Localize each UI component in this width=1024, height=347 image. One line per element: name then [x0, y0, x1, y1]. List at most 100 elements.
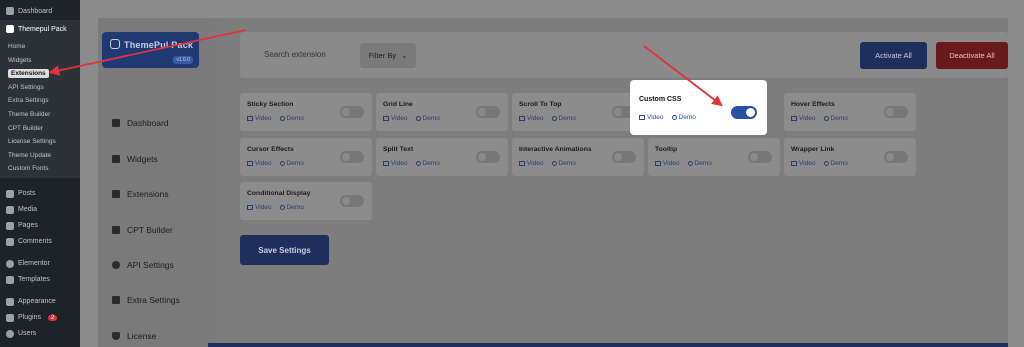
- demo-link[interactable]: Demo: [415, 160, 440, 167]
- wp-submenu-extensions[interactable]: Extensions: [0, 67, 80, 81]
- demo-link[interactable]: Demo: [279, 115, 304, 122]
- wp-submenu-cpt-builder[interactable]: CPT Builder: [0, 122, 80, 136]
- plugin-nav-widgets[interactable]: Widgets: [112, 154, 158, 164]
- extension-title: Split Text: [383, 146, 414, 153]
- wp-menu-label: Dashboard: [18, 7, 53, 15]
- wp-menu-elementor[interactable]: Elementor: [0, 256, 80, 272]
- video-link[interactable]: Video: [791, 115, 816, 122]
- video-icon: [639, 114, 645, 120]
- wp-menu-plugins[interactable]: Plugins 2: [0, 310, 80, 326]
- video-link[interactable]: Video: [247, 115, 272, 122]
- link-icon: [823, 160, 829, 166]
- extension-toggle[interactable]: [340, 195, 364, 207]
- elementor-icon: [6, 259, 14, 268]
- video-link[interactable]: Video: [655, 160, 680, 167]
- extension-card-split-text: Split Text Video Demo: [376, 138, 508, 176]
- extension-title: Wrapper Link: [791, 146, 835, 153]
- filter-label: Filter By: [368, 51, 397, 60]
- demo-link[interactable]: Demo: [671, 114, 696, 121]
- dashboard-icon: [6, 7, 14, 15]
- link-icon: [112, 261, 120, 269]
- plugin-nav-label: License: [127, 331, 157, 341]
- wp-submenu-home[interactable]: Home: [0, 40, 80, 54]
- wp-menu-media[interactable]: Media: [0, 202, 80, 218]
- extension-title: Cursor Effects: [247, 146, 294, 153]
- extension-toggle[interactable]: [340, 151, 364, 163]
- video-link[interactable]: Video: [383, 160, 408, 167]
- link-icon: [415, 115, 421, 121]
- extension-toggle[interactable]: [884, 151, 908, 163]
- demo-link[interactable]: Demo: [551, 115, 576, 122]
- demo-link[interactable]: Demo: [279, 204, 304, 211]
- video-link[interactable]: Video: [639, 114, 664, 121]
- settings-icon: [112, 296, 120, 304]
- video-link[interactable]: Video: [791, 160, 816, 167]
- wp-submenu-theme-update[interactable]: Theme Update: [0, 149, 80, 163]
- extension-card-conditional-display: Conditional Display Video Demo: [240, 182, 372, 220]
- comments-icon: [6, 237, 14, 246]
- link-icon: [279, 160, 285, 166]
- extension-toggle[interactable]: [476, 151, 500, 163]
- extension-toggle[interactable]: [340, 106, 364, 118]
- wp-menu-label: Themepul Pack: [18, 25, 67, 33]
- pages-icon: [6, 221, 14, 230]
- wp-menu-pages[interactable]: Pages: [0, 218, 80, 234]
- filter-dropdown[interactable]: Filter By ⌄: [360, 43, 416, 68]
- wp-submenu-theme-builder[interactable]: Theme Builder: [0, 108, 80, 122]
- plugin-nav-label: Extensions: [127, 189, 169, 199]
- plugin-nav-license[interactable]: License: [112, 331, 156, 341]
- demo-link[interactable]: Demo: [279, 160, 304, 167]
- plugins-update-badge: 2: [47, 314, 58, 321]
- demo-link[interactable]: Demo: [687, 160, 712, 167]
- plugin-nav-label: Widgets: [127, 154, 158, 164]
- extension-toggle[interactable]: [612, 151, 636, 163]
- wp-submenu-extra-settings[interactable]: Extra Settings: [0, 94, 80, 108]
- wp-menu-appearance[interactable]: Appearance: [0, 294, 80, 310]
- logo-text: ThemePul Pack: [124, 40, 194, 50]
- extension-title: Conditional Display: [247, 190, 311, 197]
- deactivate-all-button[interactable]: Deactivate All: [936, 42, 1008, 69]
- save-settings-button[interactable]: Save Settings: [240, 235, 329, 265]
- wp-submenu-widgets[interactable]: Widgets: [0, 54, 80, 68]
- wp-menu-themepul-pack[interactable]: Themepul Pack: [0, 20, 80, 38]
- video-icon: [519, 115, 525, 121]
- link-icon: [687, 160, 693, 166]
- wp-menu-users[interactable]: Users: [0, 326, 80, 342]
- video-link[interactable]: Video: [247, 204, 272, 211]
- wp-admin-sidebar: Dashboard Themepul Pack Home Widgets Ext…: [0, 0, 80, 347]
- video-link[interactable]: Video: [519, 115, 544, 122]
- wp-submenu-api-settings[interactable]: API Settings: [0, 81, 80, 95]
- video-link[interactable]: Video: [247, 160, 272, 167]
- demo-link[interactable]: Demo: [551, 160, 576, 167]
- plugin-nav-api-settings[interactable]: API Settings: [112, 260, 174, 270]
- video-link[interactable]: Video: [519, 160, 544, 167]
- activate-all-button[interactable]: Activate All: [860, 42, 927, 69]
- wp-menu-templates[interactable]: Templates: [0, 272, 80, 288]
- plugin-nav-label: API Settings: [127, 260, 174, 270]
- wp-submenu-license-settings[interactable]: License Settings: [0, 135, 80, 149]
- link-icon: [279, 115, 285, 121]
- plugin-nav-extra-settings[interactable]: Extra Settings: [112, 295, 180, 305]
- extension-title: Scroll To Top: [519, 101, 562, 108]
- wp-submenu-label: Extensions: [8, 69, 49, 79]
- wp-menu-dashboard[interactable]: Dashboard: [0, 4, 80, 18]
- extension-card-interactive-animations: Interactive Animations Video Demo: [512, 138, 644, 176]
- wp-submenu-custom-fonts[interactable]: Custom Fonts: [0, 162, 80, 176]
- wp-menu-comments[interactable]: Comments: [0, 234, 80, 250]
- demo-link[interactable]: Demo: [415, 115, 440, 122]
- extension-toggle[interactable]: [884, 106, 908, 118]
- plugin-nav-cpt-builder[interactable]: CPT Builder: [112, 225, 173, 235]
- extensions-toolbar: Search extension Filter By ⌄ Activate Al…: [240, 32, 1008, 78]
- templates-icon: [6, 275, 14, 284]
- demo-link[interactable]: Demo: [823, 160, 848, 167]
- video-link[interactable]: Video: [383, 115, 408, 122]
- wp-menu-posts[interactable]: Posts: [0, 186, 80, 202]
- plugin-nav-extensions[interactable]: Extensions: [112, 189, 169, 199]
- extension-toggle[interactable]: [476, 106, 500, 118]
- plugin-nav-dashboard[interactable]: Dashboard: [112, 118, 169, 128]
- wp-menu-label: Comments: [18, 238, 52, 246]
- extension-title: Hover Effects: [791, 101, 835, 108]
- demo-link[interactable]: Demo: [823, 115, 848, 122]
- extension-toggle[interactable]: [748, 151, 772, 163]
- extension-toggle-enabled[interactable]: [731, 106, 757, 119]
